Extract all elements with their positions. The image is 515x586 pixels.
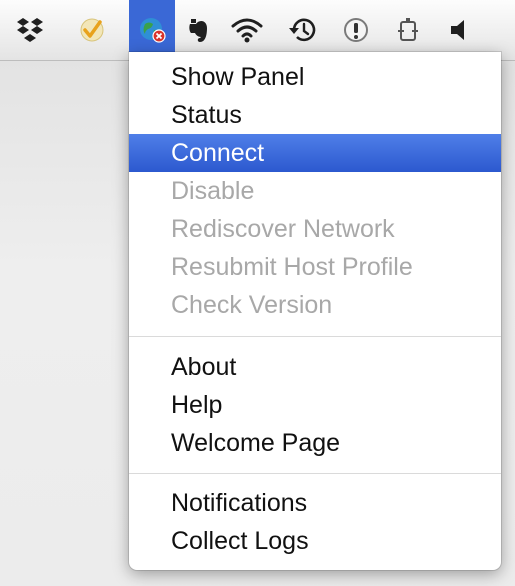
globe-network-icon[interactable] xyxy=(129,0,175,60)
menu-item-help[interactable]: Help xyxy=(129,386,501,424)
menu-item-disable[interactable]: Disable xyxy=(129,172,501,210)
menu-item-status[interactable]: Status xyxy=(129,96,501,134)
menu-item-connect[interactable]: Connect xyxy=(129,134,501,172)
menu-item-show-panel[interactable]: Show Panel xyxy=(129,58,501,96)
dropbox-icon[interactable] xyxy=(10,6,50,54)
wifi-icon[interactable] xyxy=(227,6,267,54)
menu-item-notifications[interactable]: Notifications xyxy=(129,484,501,522)
evernote-elephant-icon[interactable] xyxy=(178,6,218,54)
menu-separator xyxy=(129,473,501,474)
dropdown-menu: Show Panel Status Connect Disable Redisc… xyxy=(129,52,501,570)
menu-item-about[interactable]: About xyxy=(129,348,501,386)
menu-item-collect-logs[interactable]: Collect Logs xyxy=(129,522,501,560)
menu-item-check-version[interactable]: Check Version xyxy=(129,286,501,324)
menu-separator xyxy=(129,336,501,337)
alert-icon[interactable] xyxy=(336,6,376,54)
menu-item-welcome-page[interactable]: Welcome Page xyxy=(129,424,501,462)
checkmark-shield-icon[interactable] xyxy=(72,6,112,54)
battery-icon[interactable] xyxy=(388,6,428,54)
volume-icon[interactable] xyxy=(440,6,480,54)
menu-item-resubmit-host-profile[interactable]: Resubmit Host Profile xyxy=(129,248,501,286)
time-machine-icon[interactable] xyxy=(283,6,323,54)
menu-item-rediscover-network[interactable]: Rediscover Network xyxy=(129,210,501,248)
